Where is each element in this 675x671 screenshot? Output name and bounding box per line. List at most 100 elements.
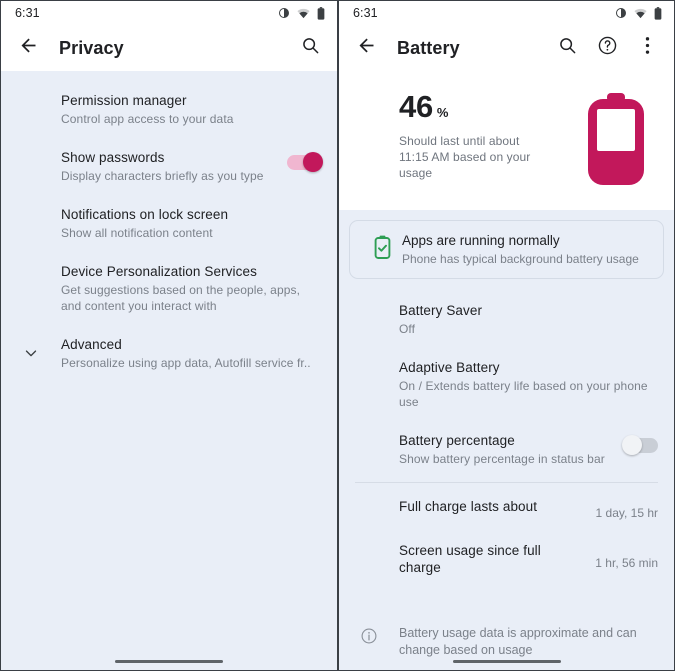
battery-screen: 6:31 Battery 46 % Should last until abou… (338, 0, 675, 671)
percent-symbol: % (436, 105, 449, 120)
back-button-battery[interactable] (351, 33, 381, 63)
row-lead-icon-slot (339, 432, 399, 440)
list-item-title: Show passwords (61, 150, 165, 165)
list-item-title: Permission manager (61, 93, 187, 108)
row-lead-icon-slot (1, 263, 61, 271)
status-bar-right: 6:31 (339, 1, 674, 25)
search-button-privacy[interactable] (295, 33, 325, 63)
list-item-subtitle: Display characters briefly as you type (61, 169, 264, 183)
arrow-back-icon (18, 35, 39, 61)
list-item-permission-manager[interactable]: Permission manager Control app access to… (1, 81, 337, 138)
row-body: Device Personalization Services Get sugg… (61, 263, 321, 314)
help-circle-icon (597, 35, 618, 61)
privacy-screen: 6:31 Privacy Permission manager Control … (0, 0, 338, 671)
arrow-back-icon (356, 35, 377, 61)
status-bar-icons (615, 6, 662, 20)
app-bar-privacy: Privacy (1, 25, 337, 71)
toggle-knob (622, 435, 642, 455)
battery-percent-value: 46 (399, 89, 433, 124)
home-indicator-right (339, 660, 674, 663)
footer-note-text: Battery usage data is approximate and ca… (399, 626, 637, 657)
row-body: Show passwords Display characters briefl… (61, 149, 279, 184)
list-item-title: Advanced (61, 337, 122, 352)
battery-icon (317, 6, 325, 20)
page-title-battery: Battery (397, 37, 460, 58)
list-item-title: Battery Saver (399, 303, 483, 318)
home-indicator-left (1, 660, 337, 663)
wifi-icon (634, 8, 647, 19)
list-item-battery-saver[interactable]: Battery Saver Off (339, 291, 674, 348)
row-trail: 1 day, 15 hr (588, 498, 658, 520)
row-body: Permission manager Control app access to… (61, 92, 321, 127)
dnd-icon (278, 7, 290, 19)
apps-status-card[interactable]: Apps are running normally Phone has typi… (349, 220, 664, 279)
privacy-settings-list: Permission manager Control app access to… (1, 71, 337, 382)
row-body: Battery percentage Show battery percenta… (399, 432, 616, 467)
battery-icon (654, 6, 662, 20)
row-lead-icon-slot (339, 542, 399, 550)
page-title-privacy: Privacy (59, 37, 124, 58)
list-item-screen-usage[interactable]: Screen usage since full charge 1 hr, 56 … (339, 531, 674, 587)
stat-value: 1 hr, 56 min (595, 556, 658, 570)
list-item-advanced[interactable]: Advanced Personalize using app data, Aut… (1, 325, 337, 382)
show-passwords-toggle[interactable] (287, 152, 323, 172)
search-button-battery[interactable] (552, 33, 582, 63)
list-item-notifications-lock-screen[interactable]: Notifications on lock screen Show all no… (1, 195, 337, 252)
home-indicator-bar[interactable] (115, 660, 223, 663)
card-body: Apps are running normally Phone has typi… (402, 232, 651, 267)
row-lead-icon-slot (339, 498, 399, 506)
stat-title: Screen usage since full charge (399, 543, 541, 575)
row-body: Screen usage since full charge (399, 542, 587, 576)
battery-summary-text: 46 % Should last until about 11:15 AM ba… (399, 89, 584, 181)
chevron-down-icon[interactable] (22, 344, 40, 367)
list-item-battery-percentage[interactable]: Battery percentage Show battery percenta… (339, 421, 674, 478)
list-item-full-charge[interactable]: Full charge lasts about 1 day, 15 hr (339, 487, 674, 531)
list-item-show-passwords[interactable]: Show passwords Display characters briefl… (1, 138, 337, 195)
app-bar-battery: Battery (339, 25, 674, 71)
list-item-subtitle: Personalize using app data, Autofill ser… (61, 356, 311, 370)
list-item-title: Adaptive Battery (399, 360, 500, 375)
card-icon-slot (362, 235, 402, 264)
row-body: Notifications on lock screen Show all no… (61, 206, 321, 241)
toggle-knob (303, 152, 323, 172)
back-button-privacy[interactable] (13, 33, 43, 63)
footer-icon-slot (339, 625, 399, 650)
help-button[interactable] (592, 33, 622, 63)
search-icon (301, 36, 320, 60)
list-item-subtitle: Show all notification content (61, 226, 213, 240)
row-body: Full charge lasts about (399, 498, 588, 515)
home-indicator-bar[interactable] (452, 660, 561, 663)
status-card-wrapper: Apps are running normally Phone has typi… (339, 210, 674, 287)
status-bar-left: 6:31 (1, 1, 337, 25)
battery-summary: 46 % Should last until about 11:15 AM ba… (339, 71, 674, 210)
row-lead-icon-slot (339, 359, 399, 367)
status-bar-time: 6:31 (353, 6, 378, 20)
status-bar-icons (278, 6, 325, 20)
battery-large-icon (584, 93, 648, 190)
list-item-subtitle: On / Extends battery life based on your … (399, 379, 648, 409)
list-item-adaptive-battery[interactable]: Adaptive Battery On / Extends battery li… (339, 348, 674, 421)
list-item-title: Battery percentage (399, 433, 515, 448)
row-trail: 1 hr, 56 min (587, 542, 658, 570)
info-circle-icon (360, 627, 378, 650)
row-body: Battery Saver Off (399, 302, 658, 337)
list-item-subtitle: Show battery percentage in status bar (399, 452, 605, 466)
status-card-subtitle: Phone has typical background battery usa… (402, 252, 639, 266)
list-item-title: Device Personalization Services (61, 264, 257, 279)
battery-percentage-toggle[interactable] (622, 435, 658, 455)
list-item-subtitle: Control app access to your data (61, 112, 234, 126)
list-item-subtitle: Off (399, 322, 416, 336)
stat-value: 1 day, 15 hr (595, 506, 658, 520)
list-item-subtitle: Get suggestions based on the people, app… (61, 283, 301, 313)
overflow-menu-button[interactable] (632, 33, 662, 63)
list-item-device-personalization[interactable]: Device Personalization Services Get sugg… (1, 252, 337, 325)
row-lead-icon-slot (1, 149, 61, 157)
row-lead-icon-slot (1, 336, 61, 367)
more-vert-icon (645, 36, 650, 60)
dnd-icon (615, 7, 627, 19)
row-lead-icon-slot (1, 206, 61, 214)
battery-estimate-note: Should last until about 11:15 AM based o… (399, 134, 531, 180)
battery-check-icon (374, 235, 391, 264)
section-divider (355, 482, 658, 483)
wifi-icon (297, 8, 310, 19)
